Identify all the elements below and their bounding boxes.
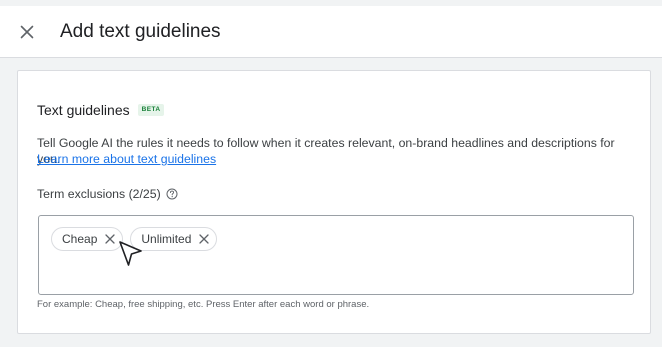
chip-label: Unlimited [141,232,192,246]
card-title: Text guidelines [37,102,130,118]
close-icon [199,234,210,244]
content-panel: Text guidelines BETA Tell Google AI the … [0,58,662,347]
chip-label: Cheap [62,232,98,246]
card-title-row: Text guidelines BETA [37,100,165,120]
close-button[interactable] [14,19,40,45]
chip-remove-button[interactable] [198,233,210,245]
term-exclusions-label-row: Term exclusions (2/25) [37,186,178,202]
help-circle-icon[interactable] [166,188,178,200]
text-guidelines-card: Text guidelines BETA Tell Google AI the … [17,70,651,334]
input-hint: For example: Cheap, free shipping, etc. … [37,299,370,310]
term-exclusions-label: Term exclusions (2/25) [37,187,161,201]
chip-cheap: Cheap [51,227,124,251]
beta-badge: BETA [137,104,165,116]
dialog-header: Add text guidelines [0,6,662,58]
close-icon [105,234,116,244]
dialog-window: Add text guidelines Text guidelines BETA… [0,0,662,347]
chip-remove-button[interactable] [104,233,116,245]
learn-more-link[interactable]: Learn more about text guidelines [37,151,216,167]
page-title: Add text guidelines [60,21,221,42]
mouse-pointer-icon [119,241,142,266]
close-icon [20,25,34,39]
